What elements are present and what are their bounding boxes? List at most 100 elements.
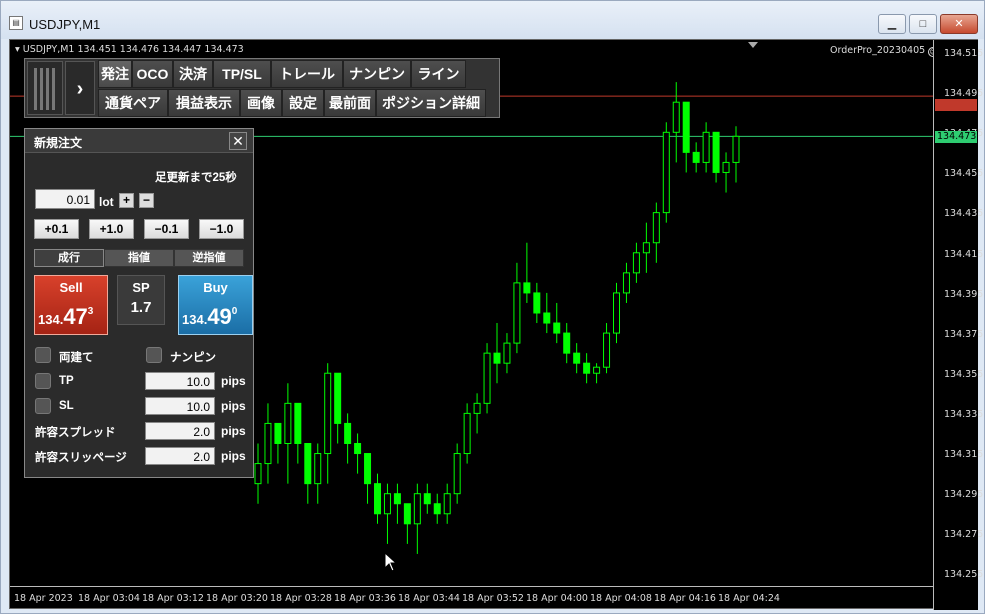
tp-label: TP (59, 375, 74, 387)
hedge-checkbox[interactable] (35, 347, 51, 363)
candle (692, 142, 700, 173)
orderpro-toolbar: › 発注 OCO 決済 TP/SL トレール ナンピン ライン 通貨ペア 損益表示 画像 設定 最前… (24, 58, 500, 118)
buy-button[interactable]: Buy 134.490 (178, 275, 253, 335)
candle (672, 82, 680, 163)
candle (453, 443, 461, 504)
toolbar-button-row2-4[interactable]: 最前面 (324, 89, 376, 117)
spread-allow-unit: pips (221, 424, 246, 438)
price-chart[interactable]: ▾ USDJPY,M1 134.451 134.476 134.447 134.… (9, 39, 983, 610)
lot-input[interactable]: 0.01 (35, 189, 95, 209)
candle (543, 292, 551, 334)
lot-minus-button[interactable]: − (139, 193, 154, 208)
toolbar-button-row2-1[interactable]: 損益表示 (168, 89, 240, 117)
candle (483, 343, 491, 414)
time-axis-label: 18 Apr 03:28 (270, 593, 332, 604)
candle (413, 483, 421, 554)
panel-close-button[interactable]: ✕ (229, 132, 247, 150)
nanpin-checkbox[interactable] (146, 347, 162, 363)
window-title: USDJPY,M1 (29, 17, 101, 32)
sl-checkbox[interactable] (35, 398, 51, 414)
sl-unit: pips (221, 399, 246, 413)
toolbar-collapse-icon[interactable]: › (65, 61, 95, 115)
price-axis-label: 134.395 (944, 288, 984, 300)
toolbar-grip[interactable] (27, 61, 63, 115)
price-axis-label: 134.295 (944, 489, 984, 501)
candle (533, 282, 541, 324)
spread-display: SP 1.7 (117, 275, 165, 325)
close-button[interactable]: ✕ (940, 14, 978, 34)
sl-input[interactable]: 10.0 (145, 397, 215, 415)
toolbar-button-row1-6[interactable]: ライン (411, 60, 466, 88)
sell-button[interactable]: Sell 134.473 (34, 275, 108, 335)
time-axis[interactable]: 18 Apr 2023 18 Apr 03:04 18 Apr 03:12 18 Ap… (10, 586, 933, 610)
new-order-panel: 新規注文 ✕ 足更新まで25秒 0.01 lot + − +0.1 +1.0 −… (24, 128, 254, 478)
candle (563, 323, 571, 364)
lot-plus-button[interactable]: + (119, 193, 134, 208)
candle (613, 282, 620, 344)
tab-stop[interactable]: 逆指値 (174, 249, 244, 267)
candle (383, 483, 391, 544)
sell-price-big: 47 (63, 304, 88, 329)
price-axis-label: 134.275 (944, 529, 984, 541)
price-axis-label: 134.495 (944, 88, 984, 100)
candle (573, 343, 581, 374)
time-axis-label: 18 Apr 03:44 (398, 593, 460, 604)
toolbar-button-row1-3[interactable]: TP/SL (213, 60, 271, 88)
lot-sub-1.0-button[interactable]: −1.0 (199, 219, 244, 239)
lot-add-0.1-button[interactable]: +0.1 (34, 219, 79, 239)
toolbar-button-row1-5[interactable]: ナンピン (343, 60, 411, 88)
candle (403, 503, 411, 544)
candle (364, 453, 372, 504)
toolbar-button-row1-1[interactable]: OCO (132, 60, 173, 88)
price-axis-label: 134.515 (944, 48, 984, 59)
candle (513, 262, 521, 354)
candle (682, 101, 690, 173)
time-axis-label: 18 Apr 03:04 (78, 593, 140, 604)
time-axis-label: 18 Apr 03:20 (206, 593, 268, 604)
toolbar-button-row1-2[interactable]: 決済 (173, 60, 213, 88)
candle (632, 242, 640, 283)
slippage-input[interactable]: 2.0 (145, 447, 215, 465)
lot-add-1.0-button[interactable]: +1.0 (89, 219, 134, 239)
slippage-unit: pips (221, 449, 246, 463)
candle (324, 363, 332, 484)
time-axis-label: 18 Apr 04:16 (654, 593, 716, 604)
candle (433, 493, 441, 524)
candle (732, 126, 740, 183)
toolbar-button-row1-0[interactable]: 発注 (98, 60, 132, 88)
candle (553, 302, 561, 344)
panel-header[interactable]: 新規注文 ✕ (25, 129, 253, 153)
tp-checkbox[interactable] (35, 373, 51, 389)
tab-market[interactable]: 成行 (34, 249, 104, 267)
spread-allow-input[interactable]: 2.0 (145, 422, 215, 440)
candle (662, 122, 670, 223)
candle (722, 152, 730, 193)
candle (374, 473, 381, 524)
toolbar-button-row2-2[interactable]: 画像 (240, 89, 282, 117)
candle (254, 443, 262, 504)
chart-shift-marker[interactable] (748, 42, 758, 48)
tp-input[interactable]: 10.0 (145, 372, 215, 390)
price-axis[interactable]: 134.515134.495134.475134.455134.435134.4… (933, 40, 983, 610)
toolbar-button-row2-0[interactable]: 通貨ペア (98, 89, 168, 117)
candle (463, 403, 471, 464)
panel-title: 新規注文 (34, 136, 83, 150)
expert-name: OrderPro_20230405 (830, 45, 926, 56)
tab-limit[interactable]: 指値 (104, 249, 174, 267)
sell-price-sup: 3 (87, 306, 94, 317)
toolbar-button-row2-5[interactable]: ポジション詳細 (376, 89, 486, 117)
terminal-window: ▤ USDJPY,M1 ▁ □ ✕ ▾ USDJPY,M1 134.451 13… (0, 0, 985, 614)
time-axis-label: 18 Apr 2023 (14, 593, 73, 604)
toolbar-button-row1-4[interactable]: トレール (271, 60, 343, 88)
price-axis-label: 134.435 (944, 208, 984, 220)
price-axis-label: 134.315 (944, 449, 984, 460)
toolbar-button-row2-3[interactable]: 設定 (282, 89, 324, 117)
candle (354, 433, 362, 474)
candle (314, 443, 322, 504)
maximize-button[interactable]: □ (909, 14, 937, 34)
minimize-button[interactable]: ▁ (878, 14, 906, 34)
symbol-info: ▾ USDJPY,M1 134.451 134.476 134.447 134.… (15, 44, 244, 55)
lot-sub-0.1-button[interactable]: −0.1 (144, 219, 189, 239)
hedge-label: 両建て (59, 352, 94, 364)
chart-window-icon: ▤ (9, 16, 23, 30)
